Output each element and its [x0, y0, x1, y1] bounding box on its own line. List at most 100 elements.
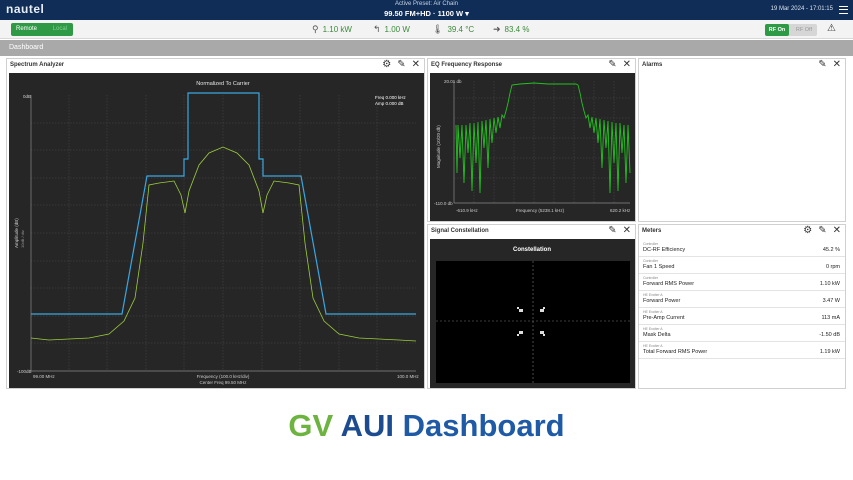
spectrum-analyzer-panel: Spectrum Analyzer ⚙ ✎ ✕ Normalized To Ca…: [6, 58, 425, 389]
edit-icon[interactable]: ✎: [608, 225, 616, 237]
caption-title: GV AUI Dashboard: [0, 408, 853, 444]
meter-row: HE Exciter A Total Forward RMS Power 1.1…: [639, 343, 845, 359]
meters-panel: Meters ⚙ ✎ ✕ Controller DC-RF Efficiency…: [638, 224, 846, 389]
eq-svg: 20.01 db -110.0 db Magnitude (10/20 db) …: [434, 79, 631, 213]
efficiency-metric: ➜ 83.4 %: [493, 24, 529, 35]
preset-frequency-selector[interactable]: 99.50 FM+HD · 1100 W ▾: [0, 9, 853, 18]
active-preset-label: Active Preset: Air Chain: [394, 1, 459, 7]
meter-name: Pre-Amp Current: [643, 315, 685, 321]
rf-on-label: RF On: [765, 24, 789, 36]
local-label: Local: [52, 26, 67, 32]
spectrum-grid: [31, 95, 416, 371]
meter-group: HE Exciter A: [643, 327, 663, 331]
warning-icon[interactable]: ⚠: [827, 23, 836, 34]
constellation-svg: Constellation: [436, 247, 630, 383]
edit-icon[interactable]: ✎: [818, 225, 826, 237]
spectrum-readout-freq: Freq 0.000 kHz: [375, 95, 407, 100]
eq-x-axis-label: Frequency (5238.1 kHz): [516, 208, 565, 213]
meter-group: HE Exciter A: [643, 293, 663, 297]
constellation-panel-title: Signal Constellation: [431, 228, 489, 234]
meter-group: Controller: [643, 276, 659, 280]
eq-y-axis-label: Magnitude (10/20 db): [436, 125, 441, 168]
close-icon[interactable]: ✕: [833, 59, 841, 71]
gear-icon[interactable]: ⚙: [382, 59, 391, 71]
meter-value: 0 rpm: [825, 264, 840, 270]
remote-label: Remote: [16, 26, 38, 32]
eq-plot[interactable]: 20.01 db -110.0 db Magnitude (10/20 db) …: [430, 73, 635, 221]
spectrum-analyzer-title: Spectrum Analyzer: [10, 62, 65, 68]
gear-icon[interactable]: ⚙: [803, 225, 812, 237]
edit-icon[interactable]: ✎: [397, 59, 405, 71]
meter-row: Controller DC-RF Efficiency 45.2 %: [639, 241, 845, 257]
temperature-metric: 🌡 39.4 °C: [432, 24, 474, 35]
close-icon[interactable]: ✕: [412, 59, 420, 71]
temperature-value: 39.4 °C: [447, 25, 475, 34]
remote-local-toggle[interactable]: Remote Local: [11, 23, 73, 36]
meter-value: 45.2 %: [822, 247, 840, 253]
spectrum-plot[interactable]: Normalized To Carrier Freq 0.000 kHz Amp…: [9, 73, 424, 388]
spectrum-mask: [31, 92, 416, 315]
spectrum-svg: Normalized To Carrier Freq 0.000 kHz Amp…: [14, 81, 420, 385]
meter-row: Controller Fan 1 Speed 0 rpm: [639, 258, 845, 274]
tower-icon: ⚲: [312, 24, 319, 34]
efficiency-value: 83.4 %: [504, 25, 530, 34]
reflected-power-value: 1.00 W: [384, 25, 410, 34]
alarms-panel: Alarms ✎ ✕: [638, 58, 846, 222]
caption-dashboard: Dashboard: [402, 408, 565, 443]
meter-value: 113 mA: [821, 315, 840, 321]
meter-row: HE Exciter A Pre-Amp Current 113 mA: [639, 309, 845, 325]
edit-icon[interactable]: ✎: [608, 59, 616, 71]
close-icon[interactable]: ✕: [623, 59, 631, 71]
spectrum-plot-title: Normalized To Carrier: [196, 81, 250, 87]
eq-x-right-label: 620.2 kHz: [610, 208, 631, 213]
date-time: 19 Mar 2024 - 17:01:15: [770, 6, 833, 12]
eq-x-left-label: -610.9 kHz: [456, 208, 479, 213]
efficiency-icon: ➜: [493, 24, 501, 34]
reflected-power-icon: ↰: [373, 24, 381, 34]
constellation-plot[interactable]: Constellation: [430, 239, 635, 388]
top-bar: nautel Active Preset: Air Chain 99.50 FM…: [0, 0, 853, 20]
rf-toggle[interactable]: RF On RF Off: [765, 24, 817, 36]
meter-value: 1.10 kW: [819, 281, 840, 287]
spectrum-trace: [30, 146, 417, 342]
meter-row: Controller Forward RMS Power 1.10 kW: [639, 275, 845, 291]
eq-y-bottom-label: -110.0 db: [434, 201, 453, 206]
rf-off-label: RF Off: [795, 27, 812, 33]
eq-y-top-label: 20.01 db: [444, 79, 462, 84]
meter-group: HE Exciter A: [643, 310, 663, 314]
meter-value: -1.50 dB: [819, 332, 840, 338]
close-icon[interactable]: ✕: [623, 225, 631, 237]
meter-name: Mask Delta: [643, 332, 671, 338]
app-root: nautel Active Preset: Air Chain 99.50 FM…: [0, 0, 853, 480]
meter-group: Controller: [643, 259, 659, 263]
spectrum-y-axis-sub: 10dB / div: [20, 230, 25, 248]
meter-group: Controller: [643, 242, 659, 246]
alarms-title: Alarms: [642, 62, 663, 68]
meter-name: Fan 1 Speed: [643, 264, 675, 270]
spectrum-x-axis-label: Frequency (100.0 kHz/div): [197, 374, 250, 379]
edit-icon[interactable]: ✎: [818, 59, 826, 71]
meter-value: 1.19 kW: [819, 349, 840, 355]
meter-name: Total Forward RMS Power: [643, 349, 708, 355]
caption-gv: GV: [288, 408, 334, 443]
meter-row: HE Exciter A Mask Delta -1.50 dB: [639, 326, 845, 342]
reflected-power-metric: ↰ 1.00 W: [373, 24, 410, 35]
close-icon[interactable]: ✕: [833, 225, 841, 237]
spectrum-y-axis-label: Amplitude (dB): [14, 218, 19, 248]
meter-name: Forward RMS Power: [643, 281, 695, 287]
spectrum-x-left-label: 99.00 MHz: [33, 374, 56, 379]
meter-row: HE Exciter A Forward Power 3.47 W: [639, 292, 845, 308]
hamburger-menu-icon[interactable]: [839, 6, 848, 14]
spectrum-readout-amp: Amp 0.000 dB: [375, 101, 404, 106]
spectrum-center-freq: Center Freq 99.50 MHz: [199, 380, 247, 385]
caption-aui: AUI: [340, 408, 395, 443]
spectrum-y-bottom-label: -100dB: [17, 369, 32, 374]
meter-name: Forward Power: [643, 298, 681, 304]
meter-value: 3.47 W: [822, 298, 840, 304]
eq-panel-title: EQ Frequency Response: [431, 62, 503, 68]
forward-power-metric: ⚲ 1.10 kW: [312, 24, 352, 35]
dashboard-tab[interactable]: Dashboard: [0, 40, 853, 56]
spectrum-y-top-label: 0dB: [23, 94, 31, 99]
constellation-plot-title: Constellation: [513, 247, 551, 253]
forward-power-value: 1.10 kW: [322, 25, 352, 34]
